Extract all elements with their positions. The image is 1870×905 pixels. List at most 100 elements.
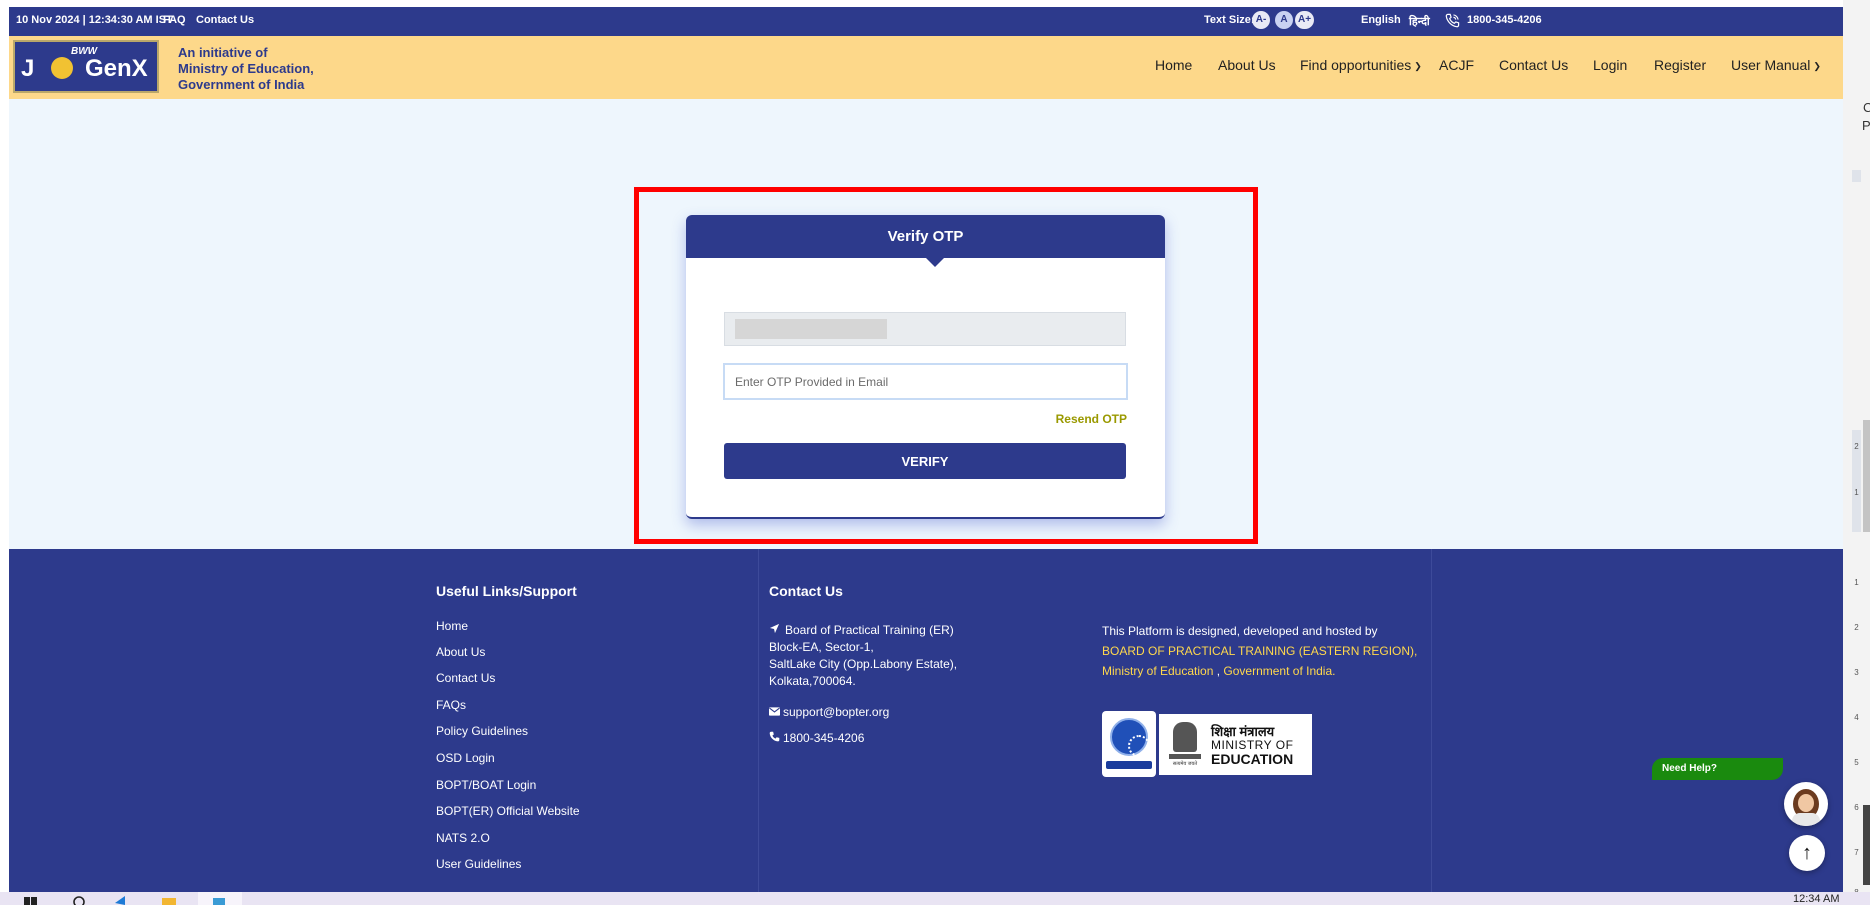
logo-text-right: GenX xyxy=(85,55,148,82)
folder-icon[interactable] xyxy=(162,895,176,905)
nav-acjf[interactable]: ACJF xyxy=(1439,57,1474,73)
chevron-down-icon: ❯ xyxy=(1813,61,1821,71)
about-org-link[interactable]: BOARD OF PRACTICAL TRAINING (EASTERN REG… xyxy=(1102,641,1422,661)
nav-about-us[interactable]: About Us xyxy=(1218,57,1276,73)
ministry-of-education-logo[interactable]: सत्यमेव जयते शिक्षा मंत्रालय MINISTRY OF… xyxy=(1159,714,1312,775)
windows-start-icon[interactable] xyxy=(24,895,38,905)
lang-english-link[interactable]: English xyxy=(1361,14,1401,26)
footer-link-faqs[interactable]: FAQs xyxy=(436,698,466,712)
footer-email[interactable]: support@bopter.org xyxy=(769,705,889,719)
footer-link-contact[interactable]: Contact Us xyxy=(436,671,495,685)
ruler-mark: 7 xyxy=(1854,848,1859,857)
top-utility-bar: 10 Nov 2024 | 12:34:30 AM IST FAQ Contac… xyxy=(9,7,1843,36)
jobs-genx-logo[interactable]: J BWW GenX xyxy=(13,40,159,93)
about-govt-link[interactable]: Government of India. xyxy=(1223,664,1335,678)
footer-phone[interactable]: 1800-345-4206 xyxy=(769,731,864,745)
site-header: J BWW GenX An initiative of Ministry of … xyxy=(9,36,1843,99)
ruler-mark: 2 xyxy=(1854,623,1859,632)
about-separator: , xyxy=(1213,664,1224,678)
about-ministry-link[interactable]: Ministry of Education xyxy=(1102,664,1213,678)
address-line-4: Kolkata,700064. xyxy=(769,674,856,688)
background-document-panel: C P 2 1 1 2 3 4 5 6 7 8 xyxy=(1843,0,1870,905)
footer-about-text: This Platform is designed, developed and… xyxy=(1102,621,1422,681)
footer-link-policy[interactable]: Policy Guidelines xyxy=(436,724,528,738)
panel-scrollbar[interactable] xyxy=(1863,420,1870,532)
browser-viewport: 10 Nov 2024 | 12:34:30 AM IST FAQ Contac… xyxy=(9,7,1843,892)
email-field-readonly xyxy=(724,312,1126,346)
text-size-label: Text Size: xyxy=(1204,14,1255,26)
initiative-text: An initiative of Ministry of Education, … xyxy=(178,45,314,93)
lang-hindi-link[interactable]: हिन्दी xyxy=(1409,14,1430,29)
nav-home[interactable]: Home xyxy=(1155,57,1192,73)
useful-links-heading: Useful Links/Support xyxy=(436,583,577,599)
taskbar-clock: 12:34 AM xyxy=(1793,893,1840,905)
panel-letter: P xyxy=(1862,118,1870,133)
os-taskbar: 12:34 AM xyxy=(0,892,1870,905)
phone-icon xyxy=(1445,13,1460,28)
moe-english-line-2: EDUCATION xyxy=(1211,751,1294,767)
footer-divider xyxy=(758,549,759,892)
ruler-mark: 5 xyxy=(1854,758,1859,767)
nav-user-manual[interactable]: User Manual ❯ xyxy=(1731,57,1821,73)
bopt-seal-icon xyxy=(1110,718,1150,757)
site-footer: Useful Links/Support Home About Us Conta… xyxy=(9,549,1843,892)
bopt-caption-band xyxy=(1106,761,1152,769)
resend-otp-link[interactable]: Resend OTP xyxy=(1056,412,1127,426)
footer-link-home[interactable]: Home xyxy=(436,619,468,633)
address-line-2: Block-EA, Sector-1, xyxy=(769,640,874,654)
otp-input[interactable] xyxy=(723,363,1128,400)
logo-text-left: J xyxy=(21,55,35,82)
verify-otp-title: Verify OTP xyxy=(686,215,1165,258)
nav-find-opportunities-label: Find opportunities xyxy=(1300,57,1412,73)
chat-assistant-avatar[interactable] xyxy=(1784,782,1828,826)
text-size-increase-button[interactable]: A+ xyxy=(1295,11,1315,29)
ruler-corner-icon xyxy=(1852,170,1861,182)
ruler-mark: 1 xyxy=(1854,488,1859,497)
contact-heading: Contact Us xyxy=(769,583,843,599)
verify-otp-card: Verify OTP Resend OTP VERIFY xyxy=(686,215,1165,519)
text-size-decrease-button[interactable]: A- xyxy=(1252,11,1270,29)
footer-link-bopt-website[interactable]: BOPT(ER) Official Website xyxy=(436,804,580,818)
panel-letter: C xyxy=(1863,100,1870,115)
footer-address: Board of Practical Training (ER) Block-E… xyxy=(769,622,957,690)
footer-link-about[interactable]: About Us xyxy=(436,645,485,659)
datetime-text: 10 Nov 2024 | 12:34:30 AM IST xyxy=(16,14,173,26)
logo-magnifier-icon xyxy=(51,57,73,79)
footer-email-text: support@bopter.org xyxy=(783,705,890,719)
arrow-up-icon[interactable]: ↑ xyxy=(1789,835,1825,871)
address-line-3: SaltLake City (Opp.Labony Estate), xyxy=(769,657,958,671)
nav-user-manual-label: User Manual xyxy=(1731,57,1811,73)
panel-dark-strip xyxy=(1863,805,1870,885)
footer-link-osd-login[interactable]: OSD Login xyxy=(436,751,495,765)
nav-find-opportunities[interactable]: Find opportunities ❯ xyxy=(1300,57,1422,73)
footer-divider xyxy=(1431,549,1432,892)
nav-contact-us[interactable]: Contact Us xyxy=(1499,57,1568,73)
nav-login[interactable]: Login xyxy=(1593,57,1627,73)
location-arrow-icon xyxy=(769,623,780,634)
ruler-mark: 3 xyxy=(1854,668,1859,677)
faq-link[interactable]: FAQ xyxy=(163,14,186,26)
ruler-mark: 2 xyxy=(1854,442,1859,451)
bopt-logo[interactable] xyxy=(1102,711,1156,777)
top-contact-link[interactable]: Contact Us xyxy=(196,14,254,26)
footer-link-bopt-login[interactable]: BOPT/BOAT Login xyxy=(436,778,536,792)
taskbar-active-app[interactable] xyxy=(198,892,242,905)
verify-button[interactable]: VERIFY xyxy=(724,443,1126,479)
address-line-1: Board of Practical Training (ER) xyxy=(785,623,954,637)
chevron-down-icon: ❯ xyxy=(1414,61,1422,71)
vscode-icon[interactable] xyxy=(113,895,127,905)
footer-link-user-guidelines[interactable]: User Guidelines xyxy=(436,857,521,871)
app-icon xyxy=(213,898,225,905)
ruler-mark: 6 xyxy=(1854,803,1859,812)
card-header-notch xyxy=(926,258,944,267)
emblem-caption: सत्यमेव जयते xyxy=(1172,761,1198,767)
search-icon[interactable] xyxy=(72,895,86,905)
top-phone-number: 1800-345-4206 xyxy=(1467,14,1542,26)
need-help-badge[interactable]: Need Help? xyxy=(1652,758,1783,780)
footer-phone-text: 1800-345-4206 xyxy=(783,731,865,745)
text-size-normal-button[interactable]: A xyxy=(1275,11,1293,29)
nav-register[interactable]: Register xyxy=(1654,57,1706,73)
footer-link-nats[interactable]: NATS 2.O xyxy=(436,831,490,845)
ruler-mark: 1 xyxy=(1854,578,1859,587)
moe-english-line-1: MINISTRY OF xyxy=(1211,738,1294,752)
